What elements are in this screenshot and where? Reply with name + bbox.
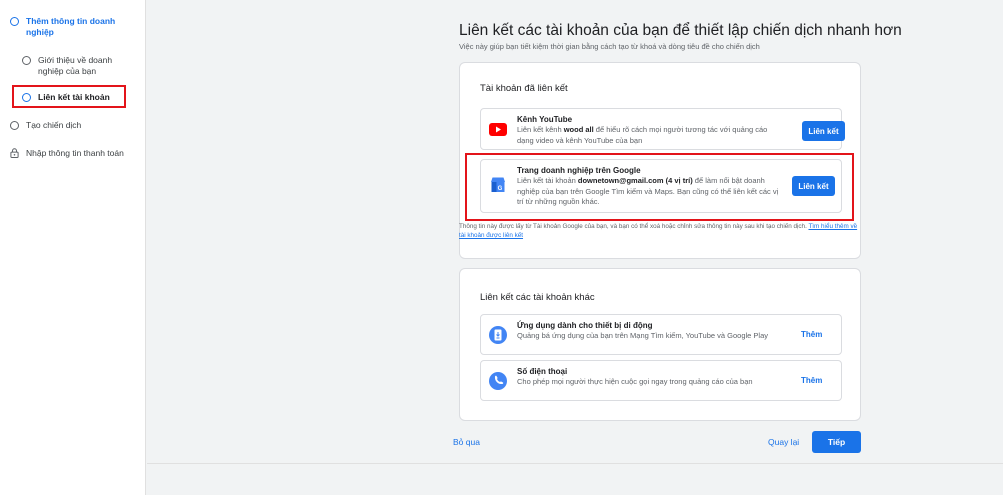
highlight-box [12, 85, 126, 108]
add-mobile-app-button[interactable]: Thêm [801, 330, 822, 339]
add-phone-button[interactable]: Thêm [801, 376, 822, 385]
item-description: Quảng bá ứng dụng của bạn trên Mạng Tìm … [517, 331, 769, 340]
step-label: Nhập thông tin thanh toán [26, 148, 124, 158]
divider [147, 463, 1003, 464]
step-business-info[interactable]: Thêm thông tin doanh nghiệp [10, 16, 126, 38]
step-create-campaign[interactable]: Tạo chiến dịch [10, 120, 81, 131]
phone-icon [489, 372, 507, 390]
step-business-intro[interactable]: Giới thiệu về doanh nghiệp của bạn [22, 55, 128, 77]
step-label: Thêm thông tin doanh nghiệp [26, 16, 116, 37]
item-description: Liên kết kênh wood all để hiểu rõ cách m… [517, 125, 768, 145]
linked-accounts-note: Thông tin này được lấy từ Tài khoản Goog… [459, 223, 858, 239]
next-button[interactable]: Tiếp [812, 431, 861, 453]
card-title: Liên kết các tài khoản khác [480, 292, 595, 303]
mobile-app-icon [489, 326, 507, 344]
circle-icon [10, 121, 19, 130]
item-description: Cho phép mọi người thực hiện cuộc gọi ng… [517, 377, 753, 386]
highlight-box [465, 153, 854, 221]
card-title: Tài khoản đã liên kết [480, 83, 568, 94]
page-subtitle: Việc này giúp bạn tiết kiệm thời gian bằ… [459, 42, 760, 51]
mobile-app-item: Ứng dụng dành cho thiết bị di động Quảng… [480, 314, 842, 355]
youtube-item: Kênh YouTube Liên kết kênh wood all để h… [480, 108, 845, 150]
phone-number-item: Số điện thoại Cho phép mọi người thực hi… [480, 360, 842, 401]
link-youtube-button[interactable]: Liên kết [802, 121, 845, 141]
item-title: Ứng dụng dành cho thiết bị di động [517, 321, 653, 330]
page-title: Liên kết các tài khoản của bạn để thiết … [459, 22, 902, 39]
lock-icon [10, 148, 19, 158]
circle-icon [10, 17, 19, 26]
step-label: Giới thiệu về doanh nghiệp của bạn [38, 55, 113, 76]
step-billing[interactable]: Nhập thông tin thanh toán [10, 148, 124, 159]
back-link[interactable]: Quay lại [768, 437, 799, 447]
step-label: Tạo chiến dịch [26, 120, 82, 130]
other-accounts-card: Liên kết các tài khoản khác Ứng dụng dàn… [459, 268, 861, 421]
main-content: Liên kết các tài khoản của bạn để thiết … [147, 0, 1003, 495]
item-title: Kênh YouTube [517, 115, 573, 124]
item-title: Số điện thoại [517, 367, 568, 376]
circle-icon [22, 56, 31, 65]
youtube-icon [489, 123, 507, 136]
skip-link[interactable]: Bỏ qua [453, 437, 480, 447]
sidebar: Thêm thông tin doanh nghiệp Giới thiệu v… [0, 0, 146, 495]
